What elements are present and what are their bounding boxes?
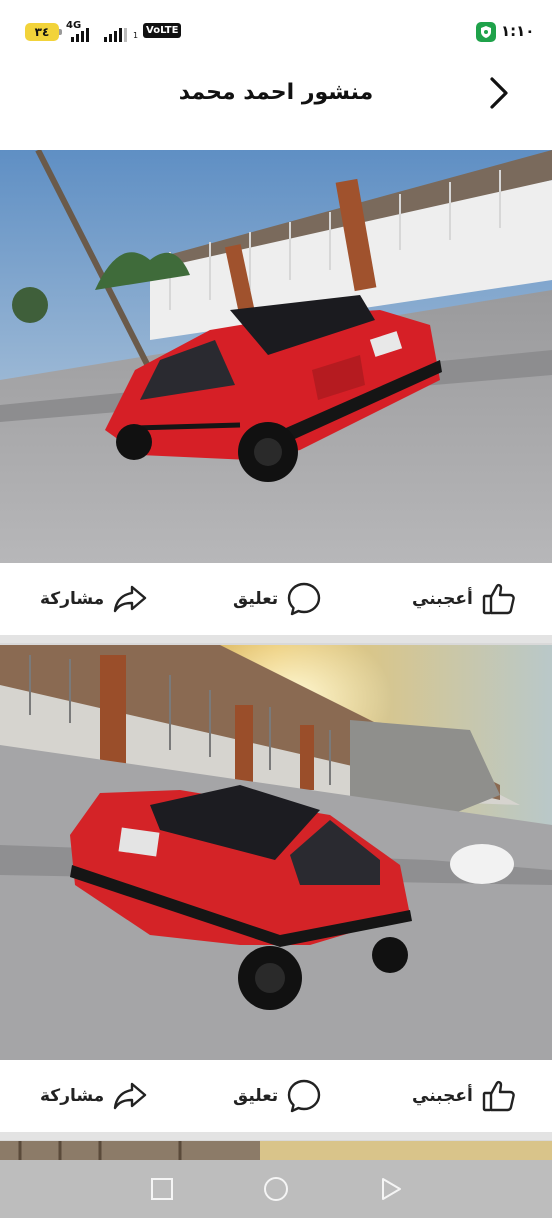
speech-bubble-icon: [287, 1079, 321, 1113]
system-navigation-bar: [0, 1160, 552, 1218]
post-photo-2[interactable]: [0, 645, 552, 1060]
share-label: مشاركة: [40, 1086, 105, 1106]
comment-button[interactable]: تعليق: [233, 1060, 322, 1132]
like-button[interactable]: أعجبني: [412, 563, 517, 635]
like-button[interactable]: أعجبني: [412, 1060, 517, 1132]
comment-label: تعليق: [233, 1086, 279, 1106]
page-title: منشور احمد محمد: [178, 80, 374, 105]
share-arrow-icon: [114, 1082, 147, 1110]
clock: ١:١٠: [501, 22, 535, 40]
speech-bubble-icon: [287, 582, 321, 616]
battery-indicator: ٣٤: [25, 23, 62, 41]
feed-top-spacer: [0, 130, 552, 150]
post-action-bar: مشاركة تعليق أعجبني: [0, 1060, 552, 1132]
back-nav-button[interactable]: [378, 1176, 404, 1202]
circle-icon: [264, 1177, 288, 1201]
chevron-right-icon: [490, 77, 508, 109]
red-car-sunset-photo: [0, 645, 552, 1060]
post-photo-3-partial[interactable]: [0, 1141, 552, 1160]
triangle-icon: [382, 1178, 401, 1200]
post-separator: [0, 635, 552, 643]
share-button[interactable]: مشاركة: [40, 1060, 148, 1132]
comment-button[interactable]: تعليق: [233, 563, 322, 635]
post-photo-1[interactable]: [0, 150, 552, 563]
mobile-signal-4g: 4G: [66, 20, 100, 42]
app-header: منشور احمد محمد: [0, 64, 552, 131]
share-label: مشاركة: [40, 589, 105, 609]
home-button[interactable]: [263, 1176, 289, 1202]
share-button[interactable]: مشاركة: [40, 563, 148, 635]
sim-index: 1: [133, 31, 139, 40]
next-photo-strip: [0, 1141, 552, 1160]
volte-badge: VoLTE: [143, 23, 182, 38]
like-label: أعجبني: [412, 1086, 473, 1106]
status-bar: ٣٤ 4G 1 VoLTE ١:١٠: [0, 0, 552, 64]
comment-label: تعليق: [233, 589, 279, 609]
square-icon: [151, 1178, 173, 1200]
vpn-shield-icon: [476, 22, 496, 42]
post-action-bar: مشاركة تعليق أعجبني: [0, 563, 552, 635]
post-separator: [0, 1132, 552, 1140]
signal-bars-icon: [71, 28, 89, 42]
post-feed[interactable]: مشاركة تعليق أعجبني مشاركة تعليق أعجبني: [0, 130, 552, 1160]
recents-button[interactable]: [149, 1176, 175, 1202]
thumbs-up-icon: [482, 1080, 515, 1112]
share-arrow-icon: [114, 585, 147, 613]
red-car-photo: [0, 150, 552, 563]
back-button[interactable]: [484, 76, 514, 110]
thumbs-up-icon: [482, 583, 515, 615]
like-label: أعجبني: [412, 589, 473, 609]
signal-bars-icon: [104, 28, 127, 42]
